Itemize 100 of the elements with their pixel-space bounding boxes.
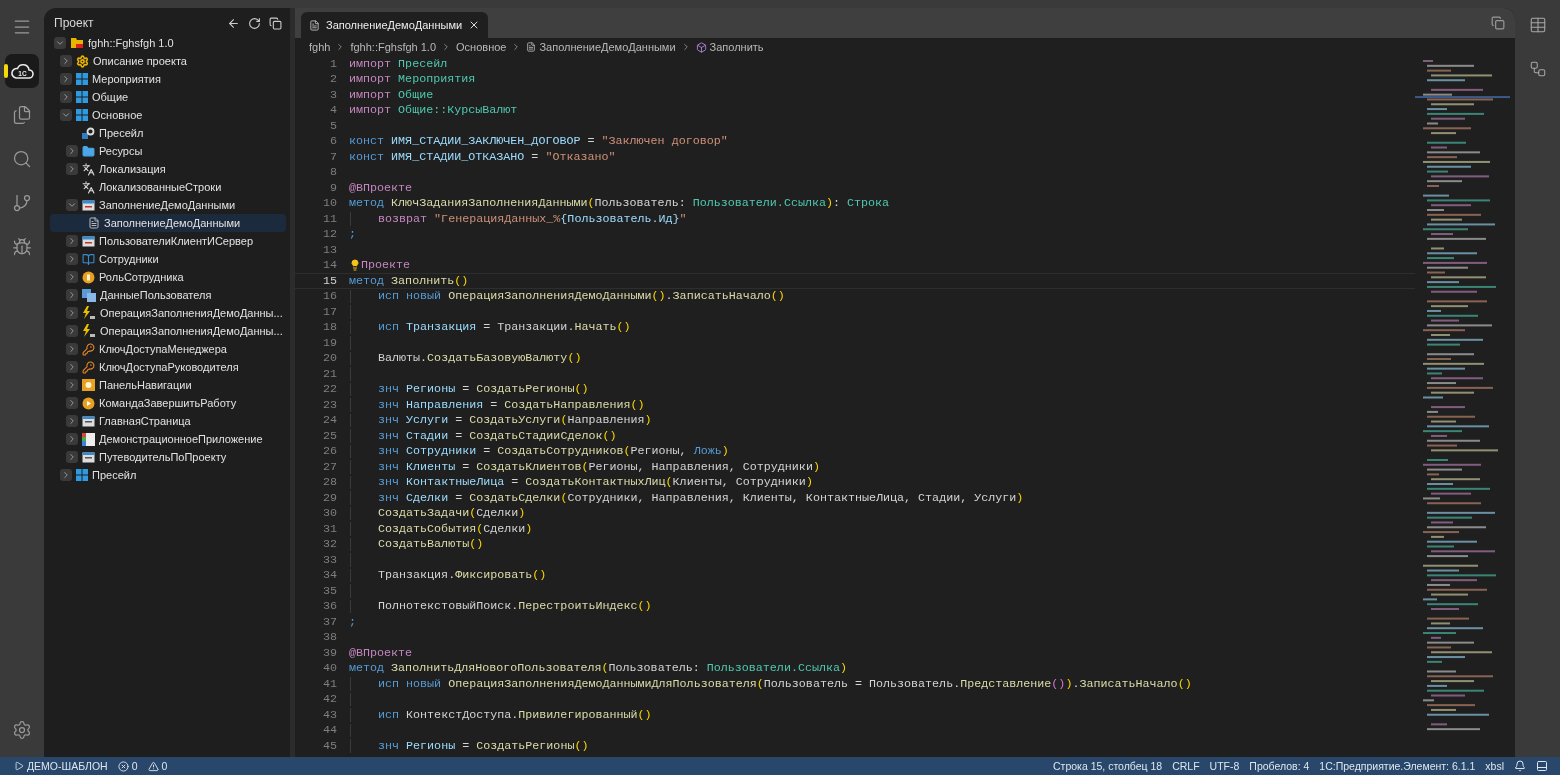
status-text[interactable]: xbsl xyxy=(1485,760,1504,772)
search-icon[interactable] xyxy=(12,149,32,169)
tree-item[interactable]: Пресейл xyxy=(50,466,286,484)
chevron-right-icon[interactable] xyxy=(66,163,78,175)
branch-icon[interactable] xyxy=(12,193,32,213)
back-arrow-icon[interactable] xyxy=(227,16,240,30)
status-item[interactable]: 0 xyxy=(147,760,168,772)
grid-icon xyxy=(76,73,88,85)
tree-item[interactable]: Описание проекта xyxy=(50,52,286,70)
chevron-down-icon[interactable] xyxy=(60,109,72,121)
breadcrumb-item[interactable]: Заполнить xyxy=(695,41,764,53)
chevron-right-icon[interactable] xyxy=(66,361,78,373)
tree-item[interactable]: Основное xyxy=(50,106,286,124)
line-number: 42 xyxy=(321,692,337,707)
chevron-right-icon[interactable] xyxy=(66,289,78,301)
status-text[interactable]: Строка 15, столбец 18 xyxy=(1053,760,1163,772)
line-number: 43 xyxy=(321,707,337,722)
line-number: 30 xyxy=(321,506,337,521)
chevron-right-icon[interactable] xyxy=(66,415,78,427)
tree-item[interactable]: ГлавнаяСтраница xyxy=(50,412,286,430)
tree-item[interactable]: ОперацияЗаполненияДемоДанны... xyxy=(50,304,286,322)
code-line: метод ЗаполнитьДляНовогоПользователя(Пользователь: Пользователи.Ссылка) xyxy=(349,661,847,676)
settings-icon[interactable] xyxy=(12,720,32,740)
status-text[interactable]: UTF-8 xyxy=(1209,760,1240,772)
line-number: 12 xyxy=(321,227,337,242)
bell-icon[interactable] xyxy=(1514,760,1526,772)
page-icon xyxy=(82,415,95,427)
diagram-icon[interactable] xyxy=(1528,60,1547,78)
tree-item[interactable]: ДанныеПользователя xyxy=(50,286,286,304)
chevron-right-icon[interactable] xyxy=(66,145,78,157)
tree-item[interactable]: ПанельНавигации xyxy=(50,376,286,394)
tree-item[interactable]: Сотрудники xyxy=(50,250,286,268)
chevron-right-icon[interactable] xyxy=(66,325,78,337)
chevron-right-icon[interactable] xyxy=(66,433,78,445)
editor-tab[interactable]: ЗаполнениеДемоДанными xyxy=(301,12,489,38)
book-icon xyxy=(82,252,95,266)
chevron-right-icon[interactable] xyxy=(66,379,78,391)
chevron-right-icon[interactable] xyxy=(66,397,78,409)
collapse-all-icon[interactable] xyxy=(269,16,282,30)
tree-item[interactable]: РольСотрудника xyxy=(50,268,286,286)
breadcrumb-item[interactable]: fghh::Fghsfgh 1.0 xyxy=(350,41,437,53)
tree-item[interactable]: ЗаполнениеДемоДанными xyxy=(50,196,286,214)
bug-icon[interactable] xyxy=(12,237,32,257)
split-icon[interactable] xyxy=(1491,16,1505,30)
tree-item[interactable]: ЛокализованныеСтроки xyxy=(50,178,286,196)
line-number: 29 xyxy=(321,490,337,505)
line-number: 21 xyxy=(321,366,337,381)
tree-item[interactable]: КлючДоступаРуководителя xyxy=(50,358,286,376)
status-text[interactable]: 1С:Предприятие.Элемент: 6.1.1 xyxy=(1319,760,1476,772)
chevron-right-icon[interactable] xyxy=(60,469,72,481)
chevron-right-icon[interactable] xyxy=(60,73,72,85)
tree-item[interactable]: Мероприятия xyxy=(50,70,286,88)
document-icon xyxy=(526,42,537,52)
chevron-right-icon[interactable] xyxy=(66,343,78,355)
code-line: исп новый ОперацияЗаполненияДемоДанными().ЗаписатьНачало() xyxy=(378,289,785,304)
line-number: 1 xyxy=(329,56,337,71)
status-item[interactable]: ДЕМО-ШАБЛОН xyxy=(14,760,108,772)
files-icon[interactable] xyxy=(12,105,32,125)
tree-item[interactable]: Пресейл xyxy=(50,124,286,142)
lightbulb-icon[interactable] xyxy=(349,259,361,272)
chevron-right-icon[interactable] xyxy=(66,307,78,319)
window-icon xyxy=(82,199,95,211)
chevron-right-icon[interactable] xyxy=(60,91,72,103)
chevron-right-icon[interactable] xyxy=(66,451,78,463)
panel-icon[interactable] xyxy=(1536,760,1548,772)
tree-item[interactable]: ОперацияЗаполненияДемоДанны... xyxy=(50,322,286,340)
code-line: знч Клиенты = СоздатьКлиентов(Регионы, Направления, Сотрудники) xyxy=(378,459,820,474)
tree-item[interactable]: ДемонстрационноеПриложение xyxy=(50,430,286,448)
breadcrumb-item[interactable]: ЗаполнениеДемоДанными xyxy=(526,41,676,53)
tree-item[interactable]: КомандаЗавершитьРаботу xyxy=(50,394,286,412)
line-number: 20 xyxy=(321,351,337,366)
code-line: знч Сделки = СоздатьСделки(Сотрудники, Направления, Клиенты, КонтактныеЛица, Стадии, Услуги) xyxy=(378,490,1024,505)
status-text[interactable]: Пробелов: 4 xyxy=(1249,760,1310,772)
tree-item[interactable]: ЗаполнениеДемоДанными xyxy=(50,214,286,232)
tree-item[interactable]: Общие xyxy=(50,88,286,106)
chevron-right-icon[interactable] xyxy=(66,253,78,265)
tree-item[interactable]: Локализация xyxy=(50,160,286,178)
tree-item[interactable]: fghh::Fghsfgh 1.0 xyxy=(50,34,286,52)
chevron-down-icon[interactable] xyxy=(66,199,78,211)
tree-item[interactable]: ПутеводительПоПроекту xyxy=(50,448,286,466)
gear-grid-icon xyxy=(82,126,95,140)
line-number: 4 xyxy=(329,103,337,118)
table-icon[interactable] xyxy=(1528,16,1547,34)
lightning-icon xyxy=(82,324,96,338)
tree-item[interactable]: КлючДоступаМенеджера xyxy=(50,340,286,358)
tree-item[interactable]: Ресурсы xyxy=(50,142,286,160)
breadcrumb-item[interactable]: fghh xyxy=(309,41,331,53)
refresh-icon[interactable] xyxy=(248,16,261,30)
chevron-right-icon[interactable] xyxy=(60,55,72,67)
chevron-down-icon[interactable] xyxy=(54,37,66,49)
status-text[interactable]: CRLF xyxy=(1172,760,1200,772)
navigation-icon xyxy=(82,379,95,391)
status-item[interactable]: 0 xyxy=(117,760,138,772)
chevron-right-icon[interactable] xyxy=(66,271,78,283)
breadcrumb-item[interactable]: Основное xyxy=(456,41,507,53)
code-line: исп КонтекстДоступа.Привилегированный() xyxy=(378,707,652,722)
code-line: ; xyxy=(349,227,356,242)
chevron-right-icon[interactable] xyxy=(66,235,78,247)
line-number: 18 xyxy=(321,320,337,335)
tree-item[interactable]: ПользователиКлиентИСервер xyxy=(50,232,286,250)
